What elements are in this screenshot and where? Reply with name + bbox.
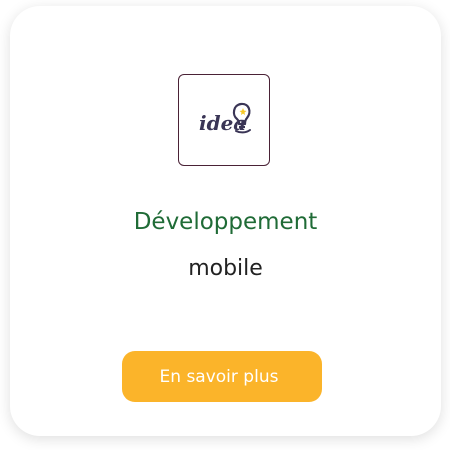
service-card: idea Développement mobile En savoir plus [10, 6, 441, 436]
idea-logo: idea [178, 74, 270, 166]
lightbulb-icon: idea [199, 102, 251, 135]
learn-more-button[interactable]: En savoir plus [122, 351, 322, 402]
card-subtitle: mobile [188, 256, 263, 281]
card-title: Développement [133, 209, 318, 235]
